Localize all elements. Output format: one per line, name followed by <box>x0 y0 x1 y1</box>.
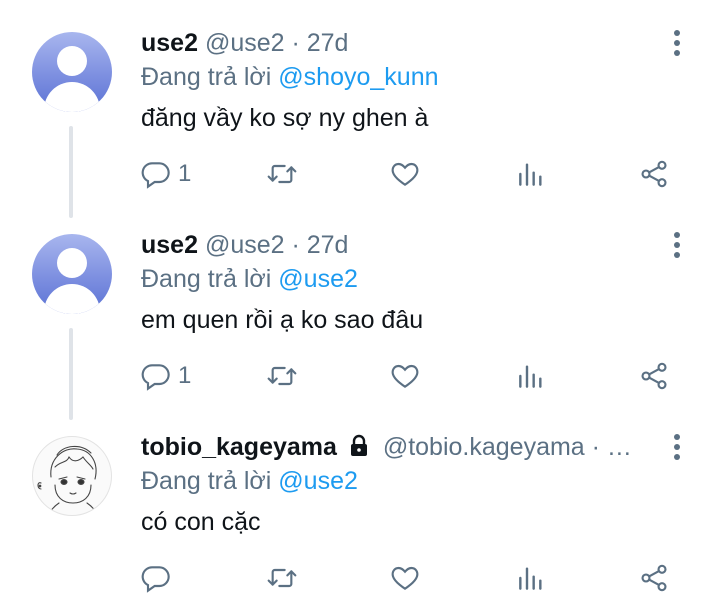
views-button[interactable] <box>515 556 547 600</box>
replying-prefix: Đang trả lời <box>141 467 272 495</box>
more-icon[interactable] <box>665 432 689 466</box>
action-bar <box>0 556 720 600</box>
views-icon <box>519 163 542 186</box>
avatar[interactable] <box>32 436 112 516</box>
like-button[interactable] <box>389 354 421 398</box>
more-icon[interactable] <box>665 230 689 264</box>
display-name[interactable]: tobio_kageyama <box>141 433 337 461</box>
share-icon <box>641 564 667 592</box>
tweet-header: use2 @use2 · 27d <box>141 230 348 260</box>
share-button[interactable] <box>638 556 670 600</box>
tweet-text: có con cặc <box>141 508 261 536</box>
avatar[interactable] <box>32 32 112 112</box>
tweet-header: use2 @use2 · 27d <box>141 28 348 58</box>
like-icon <box>391 364 419 388</box>
share-icon <box>641 362 667 390</box>
replying-prefix: Đang trả lời <box>141 265 272 293</box>
action-bar: 1 <box>0 152 720 196</box>
retweet-button[interactable] <box>266 152 298 196</box>
retweet-icon <box>267 366 297 386</box>
reply-icon <box>141 566 170 593</box>
share-button[interactable] <box>638 152 670 196</box>
like-button[interactable] <box>389 152 421 196</box>
reply-tweet[interactable]: tobio_kageyama @tobio.kageyama · … Đang … <box>0 404 720 608</box>
reply-icon <box>141 162 170 189</box>
handle-time: @tobio.kageyama · … <box>382 433 632 461</box>
reply-button[interactable] <box>140 556 172 600</box>
mention-link[interactable]: @use2 <box>278 265 358 293</box>
replying-to: Đang trả lời @use2 <box>141 264 358 294</box>
tweet-header: tobio_kageyama @tobio.kageyama · … <box>141 432 632 462</box>
action-bar: 1 <box>0 354 720 398</box>
reply-tweet[interactable]: use2 @use2 · 27d Đang trả lời @use2 em q… <box>0 202 720 404</box>
like-button[interactable] <box>389 556 421 600</box>
retweet-icon <box>267 164 297 184</box>
tweet-text: em quen rồi ạ ko sao đâu <box>141 306 424 334</box>
replying-to: Đang trả lời @use2 <box>141 466 358 496</box>
reply-tweet[interactable]: use2 @use2 · 27d Đang trả lời @shoyo_kun… <box>0 0 720 202</box>
share-button[interactable] <box>638 354 670 398</box>
more-icon[interactable] <box>665 28 689 62</box>
views-icon <box>519 365 542 388</box>
handle-time: @use2 · 27d <box>204 29 349 57</box>
replying-to: Đang trả lời @shoyo_kunn <box>141 62 439 92</box>
lock-icon <box>350 434 367 456</box>
display-name[interactable]: use2 <box>141 29 198 57</box>
mention-link[interactable]: @use2 <box>278 467 358 495</box>
retweet-icon <box>267 568 297 588</box>
mention-link[interactable]: @shoyo_kunn <box>278 63 438 91</box>
share-icon <box>641 160 667 188</box>
views-button[interactable] <box>515 354 547 398</box>
retweet-button[interactable] <box>266 556 298 600</box>
reply-count: 1 <box>178 160 192 187</box>
reply-count: 1 <box>178 362 192 389</box>
anime-sketch-avatar-icon <box>37 445 99 515</box>
display-name[interactable]: use2 <box>141 231 198 259</box>
reply-button[interactable]: 1 <box>140 152 191 196</box>
reply-button[interactable]: 1 <box>140 354 191 398</box>
avatar[interactable] <box>32 234 112 314</box>
replying-prefix: Đang trả lời <box>141 63 272 91</box>
views-icon <box>519 567 542 590</box>
retweet-button[interactable] <box>266 354 298 398</box>
views-button[interactable] <box>515 152 547 196</box>
like-icon <box>391 162 419 186</box>
tweet-text: đăng vầy ko sợ ny ghen à <box>141 104 429 132</box>
reply-icon <box>141 364 170 391</box>
like-icon <box>391 566 419 590</box>
handle-time: @use2 · 27d <box>204 231 349 259</box>
